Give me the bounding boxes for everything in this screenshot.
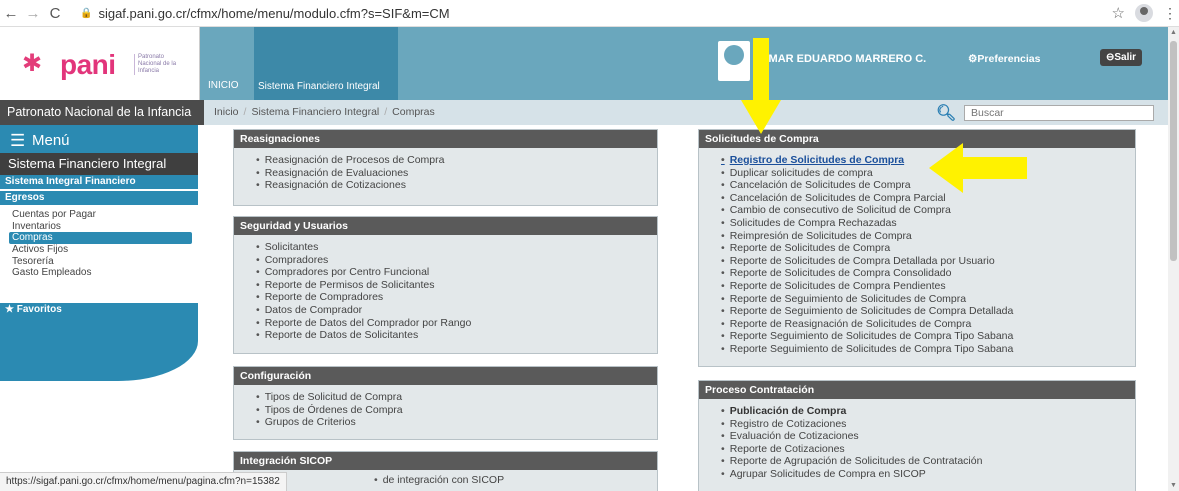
logo-subtitle: Patronato Nacional de la Infancia [134,54,180,75]
tab-inicio[interactable]: INICIO [208,80,239,91]
menu-link[interactable]: Reporte de Seguimiento de Solicitudes de… [721,293,1135,306]
annotation-arrow-left-icon [929,143,1027,193]
sidebar: ☰ Menú Sistema Financiero Integral Siste… [0,125,198,491]
tab-sistema-financiero-label: Sistema Financiero Integral [258,81,380,92]
menu-link[interactable]: Reporte de Compradores [256,291,657,304]
profile-icon[interactable] [1135,4,1153,22]
breadcrumb-inicio[interactable]: Inicio [214,106,239,118]
panel-title: Proceso Contratación [699,381,1135,399]
organization-name: Patronato Nacional de la Infancia [0,100,204,125]
annotation-arrow-down-icon [741,38,781,134]
menu-link[interactable]: Reporte de Datos de Solicitantes [256,329,657,342]
breadcrumb-sistema-financiero[interactable]: Sistema Financiero Integral [251,106,379,118]
sidebar-list: Cuentas por Pagar Inventarios Compras Ac… [9,209,192,279]
menu-link[interactable]: Reimpresión de Solicitudes de Compra [721,230,1135,243]
menu-link[interactable]: Grupos de Criterios [256,416,657,429]
bookmark-star-icon[interactable]: ☆ [1112,4,1125,22]
logout-button[interactable]: ⊖Salir [1100,49,1142,66]
menu-link[interactable]: Reporte de Solicitudes de Compra [721,242,1135,255]
menu-link[interactable]: Agrupar Solicitudes de Compra en SICOP [721,468,1135,481]
scroll-up-icon[interactable]: ▲ [1170,29,1177,36]
app-header: ✱ pani Patronato Nacional de la Infancia… [0,27,1168,100]
panel-proceso-contratacion: Proceso Contratación Publicación de Comp… [698,380,1136,491]
user-name: OMAR EDUARDO MARRERO C. [760,53,927,65]
scroll-down-icon[interactable]: ▼ [1170,482,1177,489]
menu-link[interactable]: Compradores [256,254,657,267]
menu-link[interactable]: Cambio de consecutivo de Solicitud de Co… [721,204,1135,217]
menu-link[interactable]: Datos de Comprador [256,304,657,317]
menu-link[interactable]: Reporte de Permisos de Solicitantes [256,279,657,292]
menu-label[interactable]: Menú [32,132,70,149]
menu-link[interactable]: Solicitudes de Compra Rechazadas [721,217,1135,230]
panel-title: Integración SICOP [234,452,657,470]
sidebar-item-activos-fijos[interactable]: Activos Fijos [12,244,192,256]
menu-link[interactable]: Evaluación de Cotizaciones [721,430,1135,443]
menu-link[interactable]: Reporte de Solicitudes de Compra Pendien… [721,280,1135,293]
sidebar-item-compras[interactable]: Compras [9,232,192,245]
panel-reasignaciones: Reasignaciones Reasignación de Procesos … [233,129,658,206]
menu-link[interactable]: Duplicar solicitudes de compra [721,167,1135,180]
panel-seguridad-usuarios: Seguridad y Usuarios Solicitantes Compra… [233,216,658,354]
menu-link[interactable]: Reporte Seguimiento de Solicitudes de Co… [721,330,1135,343]
panel-title: Seguridad y Usuarios [234,217,657,235]
menu-link[interactable]: Reporte de Solicitudes de Compra Consoli… [721,267,1135,280]
lock-icon[interactable]: 🔒 [80,8,92,19]
sidebar-item-cuentas-por-pagar[interactable]: Cuentas por Pagar [12,209,192,221]
menu-link[interactable]: Reporte de Reasignación de Solicitudes d… [721,318,1135,331]
breadcrumb-compras[interactable]: Compras [392,106,435,118]
sidebar-section-title: Sistema Financiero Integral [0,153,198,175]
menu-link[interactable]: Reasignación de Evaluaciones [256,167,657,180]
menu-link[interactable]: Reasignación de Procesos de Compra [256,154,657,167]
tab-sistema-financiero[interactable]: Sistema Financiero Integral [254,27,398,100]
browser-menu-icon[interactable]: ⋮ [1163,5,1177,22]
menu-link[interactable]: Registro de Cotizaciones [721,418,1135,431]
pani-flower-icon: ✱ [22,50,43,77]
sidebar-item-tesoreria[interactable]: Tesorería [12,256,192,268]
back-arrow-icon[interactable]: ← [0,5,22,22]
menu-link[interactable]: Reporte de Solicitudes de Compra Detalla… [721,255,1135,268]
logo[interactable]: ✱ pani Patronato Nacional de la Infancia [0,27,200,100]
preferences-link[interactable]: ⚙Preferencias [968,53,1040,65]
panel-title: Configuración [234,367,657,385]
menu-link[interactable]: Reasignación de Cotizaciones [256,179,657,192]
page-scrollbar[interactable]: ▲ ▼ [1168,27,1179,491]
menu-toggle[interactable]: ☰ Menú [0,125,198,153]
menu-link[interactable]: Reporte de Seguimiento de Solicitudes de… [721,305,1135,318]
search-input[interactable] [964,105,1154,121]
menu-link[interactable]: Reporte de Agrupación de Solicitudes de … [721,455,1135,468]
sidebar-item-inventarios[interactable]: Inventarios [12,221,192,233]
menu-link[interactable]: Cancelación de Solicitudes de Compra [721,179,1135,192]
menu-link[interactable]: Reporte Seguimiento de Solicitudes de Co… [721,343,1135,356]
menu-link[interactable]: Cancelación de Solicitudes de Compra Par… [721,192,1135,205]
menu-link[interactable]: Tipos de Órdenes de Compra [256,404,657,417]
status-bar-url: https://sigaf.pani.go.cr/cfmx/home/menu/… [0,472,287,491]
panel-title: Reasignaciones [234,130,657,148]
search-icon[interactable]: 🔍︎ [936,103,956,123]
menu-link[interactable]: de integración con SICOP [374,474,657,487]
forward-arrow-icon[interactable]: → [22,5,44,22]
favorites-panel [0,317,198,381]
logo-text: pani [60,49,116,80]
menu-link[interactable]: Reporte de Cotizaciones [721,443,1135,456]
scrollbar-thumb[interactable] [1170,41,1177,261]
panel-integracion-sicop: Integración SICOP de integración con SIC… [233,451,658,491]
sidebar-system-header[interactable]: Sistema Integral Financiero [0,175,198,189]
menu-link[interactable]: Publicación de Compra [721,405,1135,418]
browser-toolbar: ← → C 🔒 sigaf.pani.go.cr/cfmx/home/menu/… [0,0,1179,27]
menu-link[interactable]: Tipos de Solicitud de Compra [256,391,657,404]
address-bar[interactable]: sigaf.pani.go.cr/cfmx/home/menu/modulo.c… [98,6,449,21]
menu-link[interactable]: Solicitantes [256,241,657,254]
favorites-header[interactable]: ★ Favoritos [0,303,198,317]
breadcrumb-bar: Patronato Nacional de la Infancia Inicio… [0,100,1168,125]
sidebar-item-gasto-empleados[interactable]: Gasto Empleados [12,267,192,279]
reload-icon[interactable]: C [44,5,66,22]
breadcrumb: Inicio / Sistema Financiero Integral / Compr… [214,106,435,118]
menu-link-registro-solicitudes[interactable]: Registro de Solicitudes de Compra [721,154,1135,167]
menu-link[interactable]: Reporte de Datos del Comprador por Rango [256,317,657,330]
panel-solicitudes-compra: Solicitudes de Compra Registro de Solici… [698,129,1136,367]
sidebar-group-egresos[interactable]: Egresos [0,191,198,205]
menu-link[interactable]: Compradores por Centro Funcional [256,266,657,279]
hamburger-icon[interactable]: ☰ [10,131,25,151]
panel-configuracion: Configuración Tipos de Solicitud de Comp… [233,366,658,440]
